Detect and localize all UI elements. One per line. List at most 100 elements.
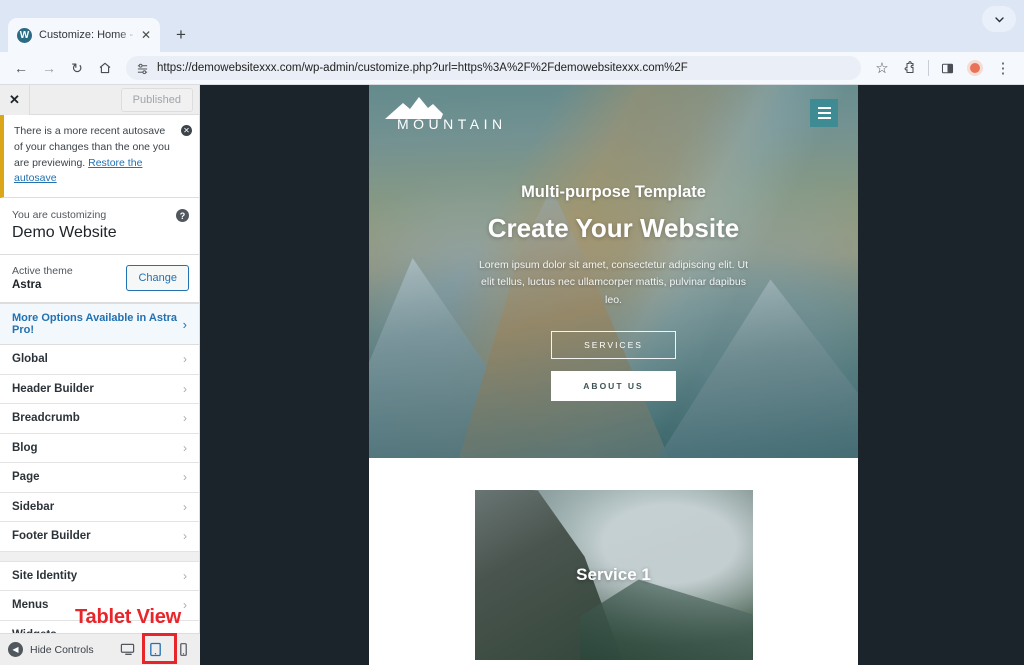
mobile-glyph [179,643,187,656]
menu-group-divider [0,551,199,562]
theme-label: Active theme [12,265,73,277]
logo-text: MOUNTAIN [397,115,507,132]
hamburger-bar [817,107,831,109]
chevron-right-icon: › [183,568,187,583]
bookmark-star-icon[interactable]: ☆ [869,55,895,81]
hamburger-bar [817,112,831,114]
new-tab-button[interactable]: + [168,22,194,48]
collapse-icon: ◀ [8,642,23,657]
help-icon[interactable]: ? [176,209,189,222]
sidebar-item-header-builder[interactable]: Header Builder › [0,374,199,404]
wordpress-icon: W [17,27,32,43]
chevron-right-icon: › [183,411,187,426]
sidebar-item-label: Breadcrumb [12,412,80,425]
hero-heading: Create Your Website [487,213,740,243]
toolbar-divider [928,60,929,76]
chevron-right-icon: › [182,316,187,332]
sidebar-item-global[interactable]: Global › [0,345,199,375]
puzzle-glyph [904,61,914,74]
sidebar-item-label: Header Builder [12,382,94,395]
chevron-right-icon: › [183,470,187,485]
chevron-right-icon: › [183,598,187,613]
sidebar-item-label: Site Identity [12,569,78,582]
services-section: Service 1 [369,458,858,665]
tablet-preview-icon[interactable] [144,639,166,661]
sidebar-item-astra-pro[interactable]: More Options Available in Astra Pro! › [0,303,199,345]
browser-toolbar: ← → ↻ https://demowebsitexxx.com/wp-admi… [0,52,1024,85]
reload-icon[interactable]: ↻ [64,55,90,81]
extensions-puzzle-icon[interactable] [897,55,923,81]
change-theme-button[interactable]: Change [126,265,189,291]
sidebar-item-label: Blog [12,441,38,454]
chevron-right-icon: › [183,529,187,544]
browser-window: W Customize: Home - Demo We ✕ + ← → ↻ [0,0,1024,665]
theme-info: Active theme Astra [12,265,73,291]
hero-buttons: SERVICES ABOUT US [551,330,676,401]
device-preview-switcher [116,639,194,661]
browser-menu-icon[interactable]: ⋮ [990,55,1016,81]
customizer-root: ✕ Published There is a more recent autos… [0,84,1024,665]
close-customizer-button[interactable]: ✕ [0,84,30,115]
dismiss-notice-icon[interactable]: ✕ [181,125,192,136]
split-view-icon[interactable] [934,55,960,81]
hamburger-bar [817,117,831,119]
sidebar-item-sidebar[interactable]: Sidebar › [0,492,199,522]
address-bar[interactable]: https://demowebsitexxx.com/wp-admin/cust… [126,56,861,80]
sidebar-item-breadcrumb[interactable]: Breadcrumb › [0,404,199,434]
sidebar-item-label: Menus [12,599,49,612]
notice-text: There is a more recent autosave of your … [14,124,190,187]
back-icon[interactable]: ← [8,55,34,81]
sidebar-header: ✕ Published [0,84,199,115]
chevron-right-icon: › [183,381,187,396]
hero-paragraph: Lorem ipsum dolor sit amet, consectetur … [478,259,749,306]
profile-avatar[interactable] [962,55,988,81]
chevron-right-icon: › [183,440,187,455]
sidebar-item-label: Footer Builder [12,530,91,543]
customizer-sidebar: ✕ Published There is a more recent autos… [0,84,200,665]
tablet-preview-frame: MOUNTAIN Multi-purpose Template Create Y… [369,85,858,665]
forward-icon[interactable]: → [36,55,62,81]
close-icon[interactable]: ✕ [138,27,154,43]
preview-area: MOUNTAIN Multi-purpose Template Create Y… [200,85,1024,665]
desktop-preview-icon[interactable] [116,639,138,661]
tab-strip: W Customize: Home - Demo We ✕ + [0,0,1024,52]
astra-pro-label: More Options Available in Astra Pro! [12,312,178,336]
mobile-preview-icon[interactable] [172,639,194,661]
site-settings-icon[interactable] [136,62,149,75]
avatar-dot [967,60,983,76]
home-icon[interactable] [92,55,118,81]
sidebar-item-blog[interactable]: Blog › [0,433,199,463]
sidebar-item-label: Global [12,353,48,366]
sidebar-item-footer-builder[interactable]: Footer Builder › [0,522,199,552]
sidebar-item-label: Page [12,471,40,484]
customizing-section: You are customizing Demo Website ? [0,198,199,255]
home-glyph [99,62,111,74]
chevron-down-icon[interactable] [982,6,1016,32]
sidebar-item-page[interactable]: Page › [0,463,199,493]
url-text: https://demowebsitexxx.com/wp-admin/cust… [157,62,688,74]
hero-eyebrow: Multi-purpose Template [521,183,706,201]
browser-tab[interactable]: W Customize: Home - Demo We ✕ [8,18,160,52]
site-logo[interactable]: MOUNTAIN [383,95,507,132]
service-card[interactable]: Service 1 [474,490,753,660]
services-button[interactable]: SERVICES [551,330,676,359]
tablet-view-annotation-label: Tablet View [75,606,181,628]
tablet-glyph [149,642,161,657]
chevron-right-icon: › [183,352,187,367]
hide-controls-label: Hide Controls [30,643,94,656]
sidebar-item-site-identity[interactable]: Site Identity › [0,561,199,591]
customizing-eyebrow: You are customizing [12,209,107,221]
site-header: MOUNTAIN [369,85,858,141]
about-us-button[interactable]: ABOUT US [551,370,676,401]
site-title: Demo Website [12,224,117,241]
hide-controls-button[interactable]: ◀ Hide Controls [0,642,94,657]
hamburger-icon[interactable] [810,99,838,127]
chevron-down-glyph [994,16,1004,22]
sidebar-footer: ◀ Hide Controls [0,633,200,665]
publish-button[interactable]: Published [120,87,193,112]
theme-name: Astra [12,279,42,291]
service-card-title: Service 1 [576,565,651,584]
split-glyph [941,63,953,73]
autosave-notice: There is a more recent autosave of your … [0,115,199,198]
tab-title: Customize: Home - Demo We [39,29,138,41]
